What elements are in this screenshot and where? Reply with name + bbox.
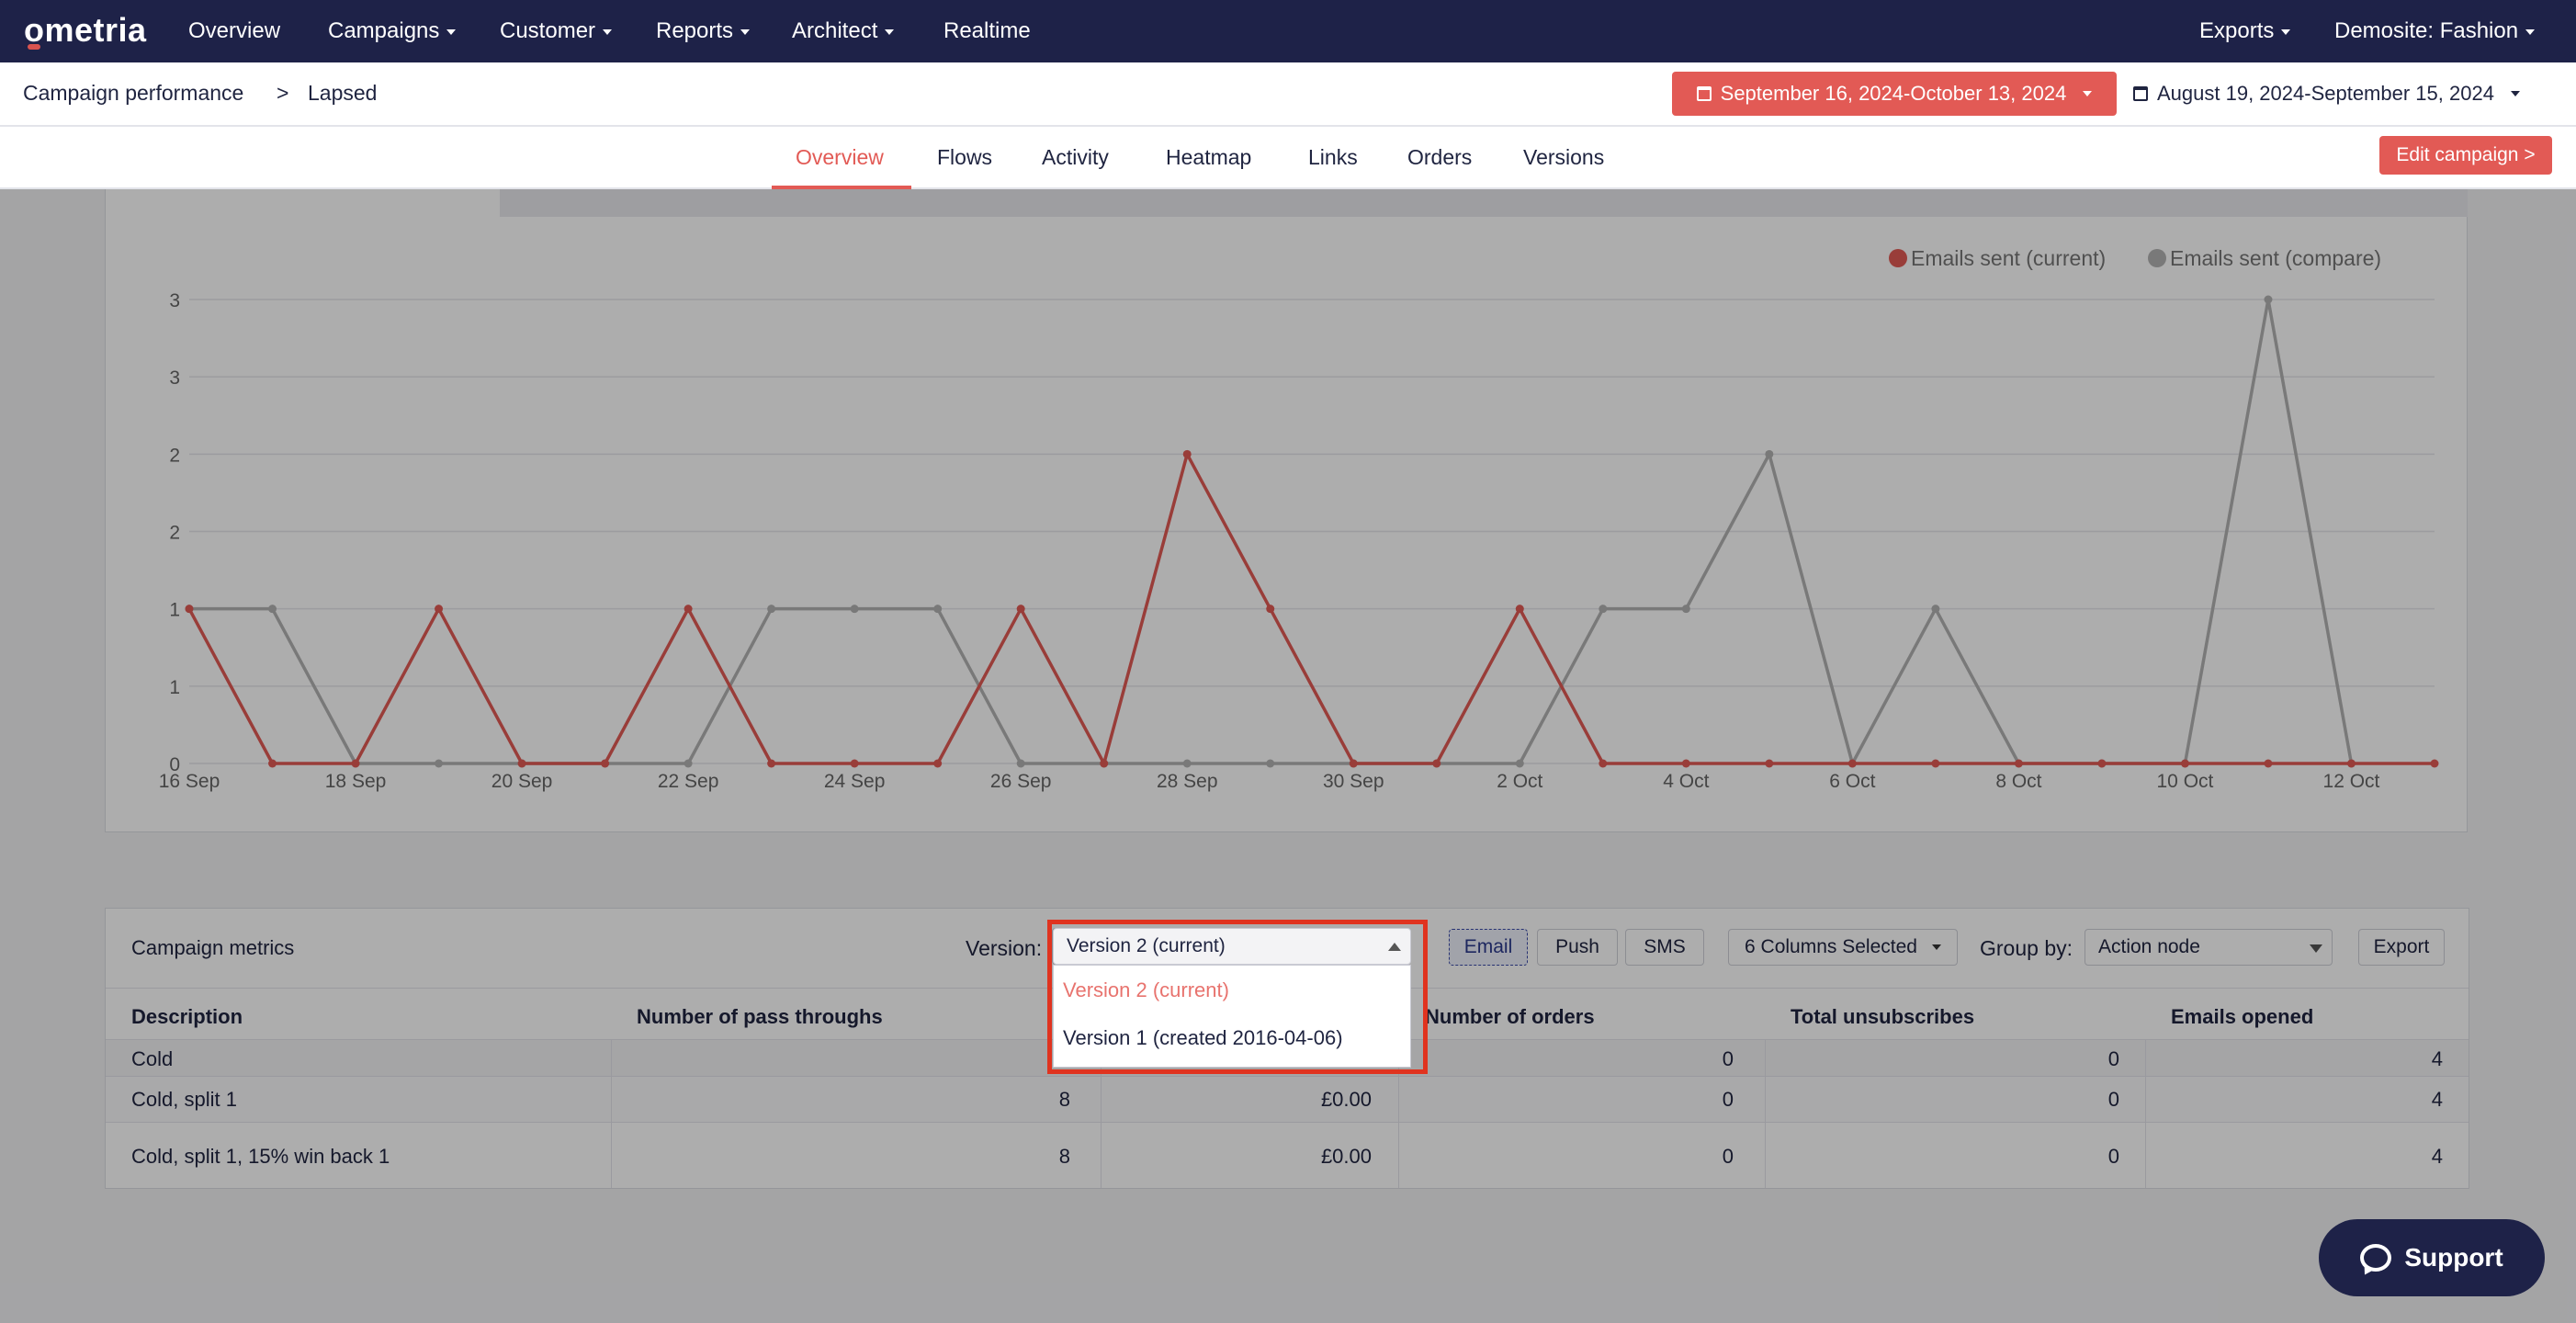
nav-overview[interactable]: Overview <box>188 18 280 44</box>
modal-dim-overlay <box>0 189 2576 1323</box>
top-navigation: ometria Overview Campaigns Customer Repo… <box>0 0 2576 62</box>
compare-date-range-button[interactable]: August 19, 2024-September 15, 2024 <box>2133 72 2537 116</box>
tab-heatmap[interactable]: Heatmap <box>1166 145 1251 170</box>
tab-versions[interactable]: Versions <box>1523 145 1604 170</box>
breadcrumb-current: Lapsed <box>308 81 378 105</box>
chevron-down-icon <box>740 28 751 35</box>
breadcrumb-bar: Campaign performance > Lapsed September … <box>0 62 2576 127</box>
tab-links[interactable]: Links <box>1308 145 1358 170</box>
breadcrumb-separator: > <box>277 81 289 105</box>
ometria-logo[interactable]: ometria <box>24 11 147 50</box>
tab-activity[interactable]: Activity <box>1042 145 1109 170</box>
nav-reports[interactable]: Reports <box>656 18 751 44</box>
chevron-down-icon <box>885 28 895 35</box>
calendar-icon <box>1696 86 1712 101</box>
calendar-icon <box>2133 86 2148 101</box>
chevron-down-icon <box>603 28 613 35</box>
nav-realtime[interactable]: Realtime <box>943 18 1031 44</box>
nav-account-demosite[interactable]: Demosite: Fashion <box>2334 18 2536 44</box>
tab-bar: Overview Flows Activity Heatmap Links Or… <box>0 127 2576 189</box>
chevron-down-icon <box>2510 91 2520 96</box>
chat-bubble-icon <box>2360 1244 2392 1272</box>
chevron-down-icon <box>2083 91 2093 96</box>
chevron-down-icon <box>2525 28 2536 35</box>
current-date-range-button[interactable]: September 16, 2024-October 13, 2024 <box>1672 72 2117 116</box>
chevron-down-icon <box>446 28 457 35</box>
tab-overview[interactable]: Overview <box>796 145 884 170</box>
nav-architect[interactable]: Architect <box>792 18 895 44</box>
breadcrumb-campaign-performance[interactable]: Campaign performance <box>23 81 243 106</box>
edit-campaign-button[interactable]: Edit campaign > <box>2379 136 2552 175</box>
tab-orders[interactable]: Orders <box>1407 145 1472 170</box>
nav-exports[interactable]: Exports <box>2199 18 2291 44</box>
support-chat-button[interactable]: Support <box>2319 1219 2545 1296</box>
chevron-down-icon <box>2281 28 2291 35</box>
tab-flows[interactable]: Flows <box>937 145 992 170</box>
nav-customer[interactable]: Customer <box>500 18 613 44</box>
highlight-annotation-box <box>1047 920 1428 1074</box>
nav-campaigns[interactable]: Campaigns <box>328 18 457 44</box>
